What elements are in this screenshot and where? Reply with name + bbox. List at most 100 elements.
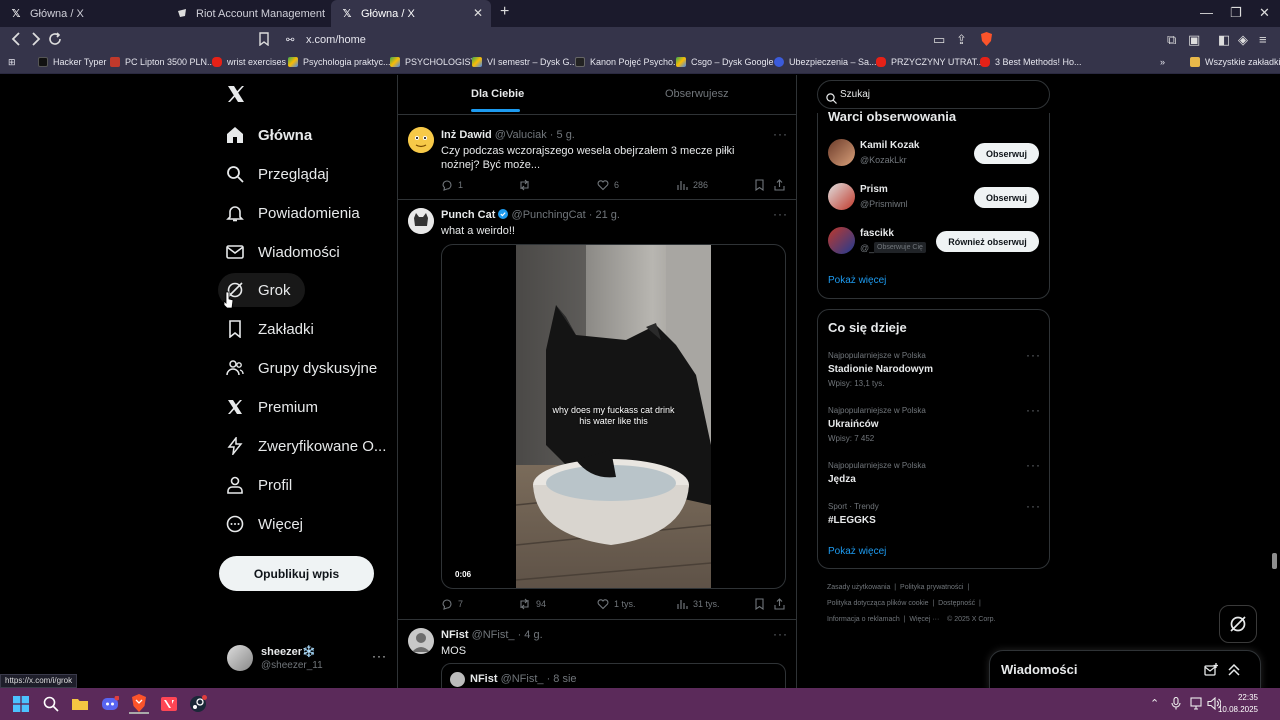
- views-button[interactable]: 31 tys.: [676, 598, 720, 610]
- nav-premium[interactable]: Premium: [226, 391, 318, 423]
- repost-button[interactable]: [518, 179, 536, 191]
- site-info-icon[interactable]: ⚯: [286, 31, 294, 50]
- footer-link[interactable]: Więcej ···: [909, 616, 939, 623]
- bookmark-item[interactable]: Psychologia praktyc...: [288, 57, 391, 67]
- trend-item[interactable]: Sport · Trendy #LEGGKS ···: [818, 499, 1049, 539]
- footer-link[interactable]: Dostępność: [938, 600, 975, 607]
- brave-browser-icon[interactable]: [129, 694, 149, 714]
- taskbar-search-icon[interactable]: [41, 694, 61, 714]
- back-icon[interactable]: [10, 32, 22, 50]
- show-more-follow-link[interactable]: Pokaż więcej: [828, 275, 886, 286]
- apps-grid-icon[interactable]: ⊞: [8, 57, 16, 68]
- post-more-icon[interactable]: ···: [773, 207, 788, 221]
- footer-link[interactable]: Zasady użytkowania: [827, 584, 890, 591]
- bookmarks-folder[interactable]: Wszystkie zakładki: [1190, 57, 1280, 67]
- show-more-trends-link[interactable]: Pokaż więcej: [828, 546, 886, 557]
- new-tab-icon[interactable]: +: [500, 3, 509, 21]
- share-post-icon[interactable]: [774, 179, 790, 191]
- follow-back-button[interactable]: Również obserwuj: [936, 231, 1039, 252]
- tab-following[interactable]: Obserwujesz: [665, 88, 729, 100]
- wallet-icon[interactable]: ▣: [1188, 32, 1200, 48]
- microphone-icon[interactable]: [1171, 696, 1181, 713]
- trend-item[interactable]: Najpopularniejsze w Polska Stadionie Nar…: [818, 348, 1049, 400]
- tray-expand-icon[interactable]: ⌃: [1150, 697, 1159, 710]
- nav-bookmarks[interactable]: Zakładki: [226, 313, 314, 345]
- nav-communities[interactable]: Grupy dyskusyjne: [226, 352, 377, 384]
- bookmark-page-icon[interactable]: [258, 32, 270, 50]
- menu-icon[interactable]: ≡: [1259, 32, 1267, 47]
- nav-profile[interactable]: Profil: [226, 469, 292, 501]
- post-nfist[interactable]: NFist @NFist_ · 4 g. ··· MOS NFist @NFis…: [398, 620, 796, 688]
- like-button[interactable]: 6: [597, 179, 619, 191]
- messages-drawer[interactable]: Wiadomości: [989, 650, 1261, 688]
- account-switcher[interactable]: sheezer❄️ @sheezer_11 ···: [226, 643, 396, 677]
- bookmark-item[interactable]: PC Lipton 3500 PLN...: [110, 57, 215, 67]
- bookmark-item[interactable]: Csgo – Dysk Google: [676, 57, 774, 67]
- minimize-icon[interactable]: —: [1200, 5, 1213, 20]
- repost-button[interactable]: 94: [518, 598, 546, 610]
- trend-more-icon[interactable]: ···: [1026, 348, 1041, 362]
- vpn-icon[interactable]: ◈: [1238, 32, 1248, 48]
- network-icon[interactable]: [1190, 697, 1204, 713]
- restore-icon[interactable]: ❐: [1230, 5, 1242, 21]
- nav-verified-orgs[interactable]: Zweryfikowane O...: [226, 430, 386, 462]
- footer-link[interactable]: Polityka prywatności: [900, 584, 963, 591]
- browser-tab-x-active[interactable]: 𝕏 Główna / X ✕: [331, 0, 491, 27]
- bookmark-post-icon[interactable]: [754, 179, 770, 191]
- nav-notifications[interactable]: Powiadomienia: [226, 197, 360, 229]
- quoted-post[interactable]: NFist @NFist_ · 8 sie: [441, 663, 786, 688]
- nav-messages[interactable]: Wiadomości: [226, 236, 340, 268]
- bookmark-item[interactable]: Hacker Typer: [38, 57, 106, 67]
- extensions-icon[interactable]: ⧉: [1167, 32, 1176, 48]
- new-message-icon[interactable]: [1204, 663, 1219, 682]
- tab-for-you[interactable]: Dla Ciebie: [471, 88, 524, 100]
- trend-item[interactable]: Najpopularniejsze w Polska Ukraińców Wpi…: [818, 403, 1049, 455]
- browser-tab-riot[interactable]: Riot Account Management: [166, 0, 331, 27]
- like-button[interactable]: 1 tys.: [597, 598, 636, 610]
- close-tab-icon[interactable]: ✕: [473, 6, 483, 20]
- close-window-icon[interactable]: ✕: [1259, 5, 1270, 21]
- browser-tab-x-1[interactable]: 𝕏 Główna / X: [0, 0, 165, 27]
- views-button[interactable]: 286: [676, 179, 708, 191]
- url-input[interactable]: ⚯ x.com/home: [280, 31, 1000, 50]
- file-explorer-icon[interactable]: [70, 694, 90, 714]
- bookmark-item[interactable]: PRZYCZYNY UTRAT...: [876, 57, 984, 67]
- trend-item[interactable]: Najpopularniejsze w Polska Jędza ···: [818, 458, 1049, 498]
- x-logo-icon[interactable]: [226, 84, 246, 109]
- bookmark-post-icon[interactable]: [754, 598, 770, 610]
- post-more-icon[interactable]: ···: [773, 627, 788, 641]
- valorant-icon[interactable]: [159, 694, 179, 714]
- reply-button[interactable]: 1: [441, 179, 463, 191]
- reload-icon[interactable]: [48, 32, 62, 50]
- grok-floating-button[interactable]: [1219, 605, 1257, 643]
- footer-link[interactable]: Polityka dotycząca plików cookie: [827, 600, 929, 607]
- nav-grok[interactable]: Grok: [226, 274, 291, 306]
- sidebar-toggle-icon[interactable]: ◧: [1218, 32, 1230, 48]
- account-more-icon[interactable]: ···: [372, 649, 387, 663]
- video-player[interactable]: why does my fuckass cat drink his water …: [441, 244, 786, 589]
- forward-icon[interactable]: [30, 32, 42, 50]
- trend-more-icon[interactable]: ···: [1026, 458, 1041, 472]
- nav-explore[interactable]: Przeglądaj: [226, 158, 329, 190]
- follow-suggestion[interactable]: Prism @Prismiwnl Obserwuj: [818, 179, 1049, 223]
- trend-more-icon[interactable]: ···: [1026, 499, 1041, 513]
- expand-drawer-icon[interactable]: [1228, 663, 1240, 682]
- nav-more[interactable]: Więcej: [226, 508, 303, 540]
- follow-suggestion[interactable]: Kamil Kozak @KozakLkr Obserwuj: [818, 135, 1049, 179]
- nav-home[interactable]: Główna: [226, 119, 312, 151]
- bookmark-item[interactable]: 3 Best Methods! Ho...: [980, 57, 1082, 67]
- bookmark-item[interactable]: wrist exercises: [212, 57, 286, 67]
- share-icon[interactable]: ⇪: [956, 32, 967, 48]
- follow-button[interactable]: Obserwuj: [974, 187, 1039, 208]
- windows-start-icon[interactable]: [11, 694, 31, 714]
- bookmark-item[interactable]: VI semestr – Dysk G...: [472, 57, 577, 67]
- post-inz-dawid[interactable]: Inż Dawid @Valuciak · 5 g. ··· Czy podcz…: [398, 115, 796, 199]
- share-post-icon[interactable]: [774, 598, 790, 610]
- bookmarks-overflow-icon[interactable]: »: [1160, 57, 1165, 67]
- follow-button[interactable]: Obserwuj: [974, 143, 1039, 164]
- cast-icon[interactable]: ▭: [933, 32, 945, 48]
- steam-icon[interactable]: [188, 694, 208, 714]
- trend-more-icon[interactable]: ···: [1026, 403, 1041, 417]
- search-input[interactable]: Szukaj: [817, 80, 1050, 109]
- follow-suggestion[interactable]: fascikk @_ Obserwuje Cię Również obserwu…: [818, 223, 1049, 267]
